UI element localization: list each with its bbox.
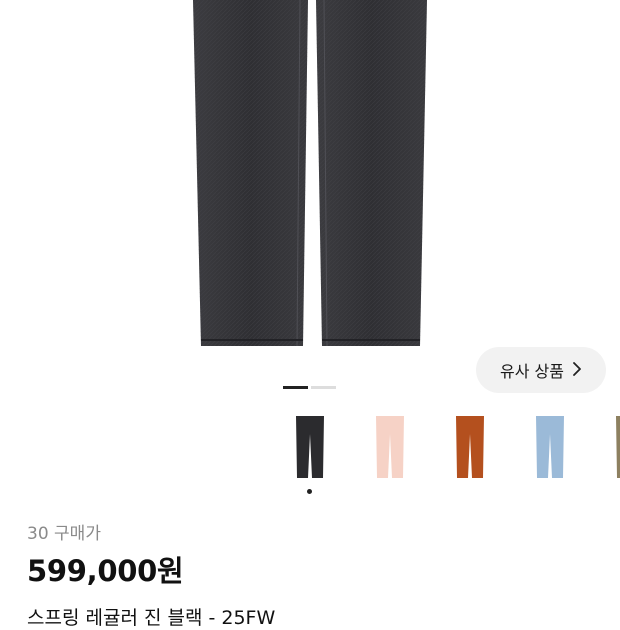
similar-products-button[interactable]: 유사 상품 xyxy=(476,347,606,393)
similar-products-label: 유사 상품 xyxy=(500,362,564,381)
thumbnail-pink[interactable] xyxy=(350,408,430,488)
image-pager xyxy=(283,386,336,389)
color-thumbnails xyxy=(270,408,620,498)
selected-thumbnail-indicator xyxy=(307,489,312,494)
thumbnail-black[interactable] xyxy=(270,408,350,488)
pager-bar xyxy=(311,386,336,389)
thumb-jeans-shape xyxy=(296,416,324,478)
product-price: 599,000원 xyxy=(27,554,184,588)
purchase-count: 30 구매가 xyxy=(27,524,101,544)
thumbnail-camo[interactable] xyxy=(590,408,620,488)
product-title: 스프링 레귤러 진 블랙 - 25FW xyxy=(27,607,276,629)
thumbnail-light-blue[interactable] xyxy=(510,408,590,488)
pager-bar-active xyxy=(283,386,308,389)
chevron-right-icon xyxy=(572,361,582,379)
jeans-image xyxy=(193,0,427,347)
product-image[interactable] xyxy=(0,0,620,380)
thumbnail-rust[interactable] xyxy=(430,408,510,488)
